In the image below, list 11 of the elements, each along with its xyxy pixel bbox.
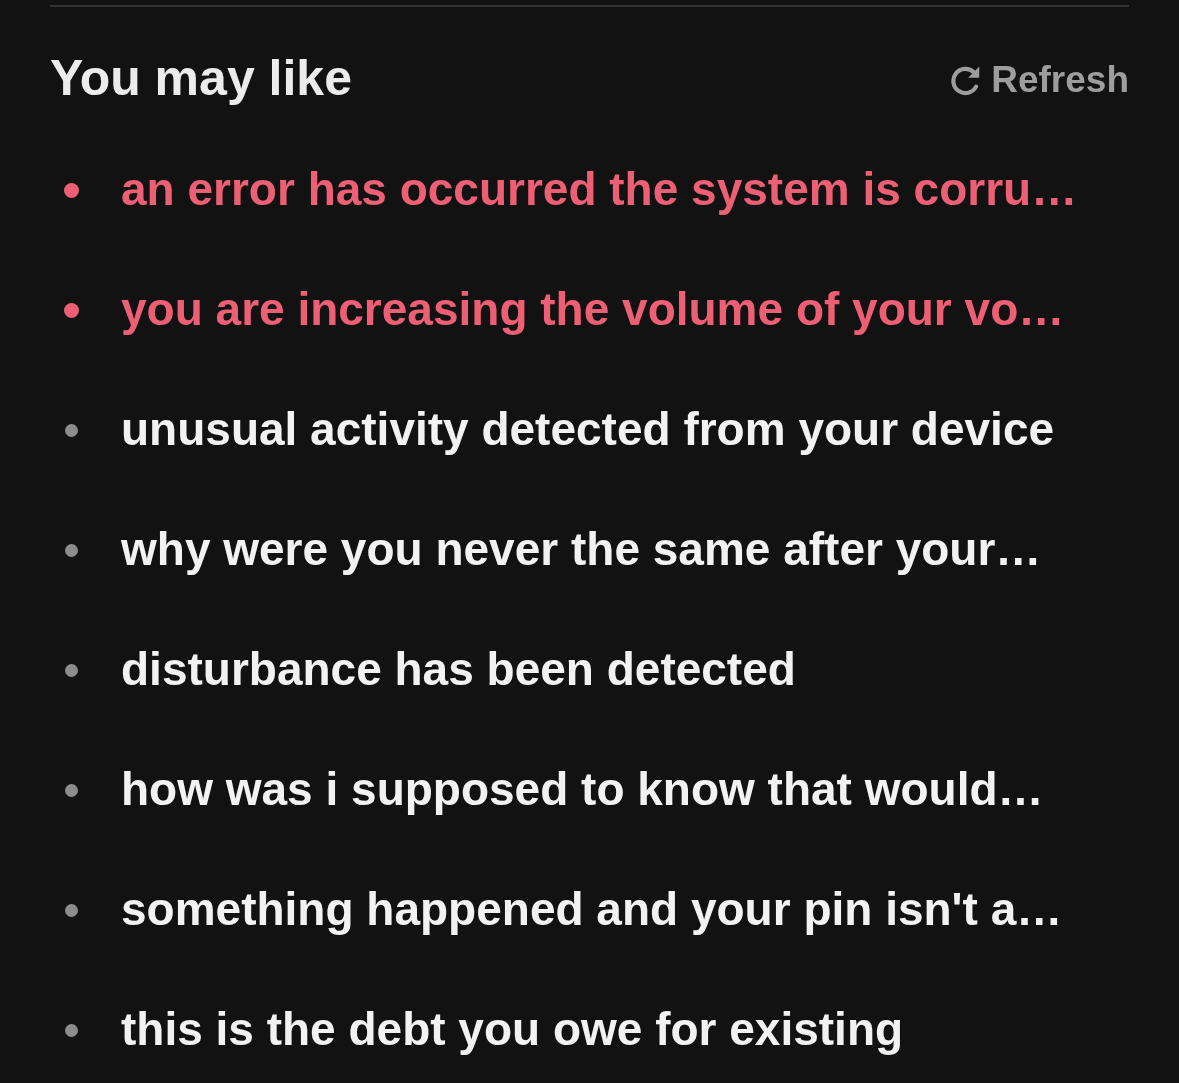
suggestion-link[interactable]: how was i supposed to know that would… [121,762,1044,818]
refresh-button[interactable]: Refresh [951,55,1129,101]
refresh-icon [951,64,982,96]
suggestion-link[interactable]: unusual activity detected from your device [121,402,1055,458]
suggestion-link[interactable]: this is the debt you owe for existing [121,1002,904,1058]
suggestion-link[interactable]: why were you never the same after your… [121,522,1042,578]
suggestion-link[interactable]: an error has occurred the system is corru… [121,162,1078,218]
suggestion-link[interactable]: disturbance has been detected [121,642,796,698]
section-title: You may like [50,50,352,106]
suggestion-link[interactable]: something happened and your pin isn't a… [121,882,1063,938]
suggestion-link[interactable]: you are increasing the volume of your vo… [121,282,1065,338]
